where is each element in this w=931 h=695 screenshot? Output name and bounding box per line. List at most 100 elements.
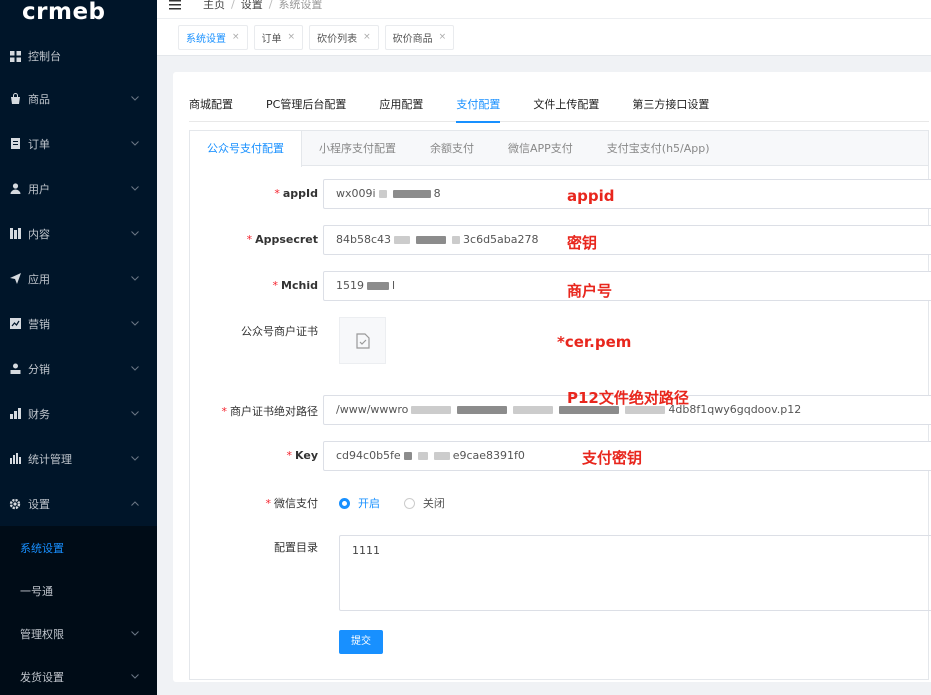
chevron-down-icon xyxy=(131,673,139,681)
sidebar-item-label: 商品 xyxy=(28,92,50,106)
tag-3[interactable]: 砍价商品 × xyxy=(384,24,455,50)
annotation-p12: P12文件绝对路径 xyxy=(567,389,689,407)
wxpay-off-radio[interactable]: 关闭 xyxy=(403,495,445,511)
chevron-down-icon xyxy=(131,630,139,638)
mchid-label: * Mchid xyxy=(272,279,318,292)
appid-input[interactable]: wx009i 8 xyxy=(323,179,931,209)
close-icon[interactable]: × xyxy=(439,32,447,42)
sidebar-item-7[interactable]: 分销 xyxy=(0,346,157,391)
submit-button[interactable]: 提交 xyxy=(339,630,383,654)
radio-unchecked-icon xyxy=(403,497,415,509)
submenu-item-1[interactable]: 一号通 xyxy=(0,569,157,612)
chevron-down-icon xyxy=(131,230,139,238)
certpath-label: * 商户证书绝对路径 xyxy=(221,405,319,418)
logo[interactable]: crmeb xyxy=(0,0,157,36)
config-tab-1[interactable]: PC管理后台配置 xyxy=(266,96,346,122)
config-tab-0[interactable]: 商城配置 xyxy=(189,96,233,122)
appsecret-label: * Appsecret xyxy=(246,233,318,246)
submenu-item-label: 管理权限 xyxy=(20,627,64,641)
header: 主页 / 设置 / 系统设置 xyxy=(157,0,931,18)
sidebar-item-8[interactable]: 财务 xyxy=(0,391,157,436)
key-label: * Key xyxy=(286,449,318,462)
payment-tabs: 公众号支付配置 小程序支付配置 余额支付 微信APP支付 支付宝支付(h5/App) xyxy=(190,131,928,167)
sidebar-item-label: 应用 xyxy=(28,272,50,286)
payment-tab-2[interactable]: 余额支付 xyxy=(413,131,491,166)
sidebar-item-10[interactable]: 设置 xyxy=(0,481,157,526)
content-card: 商城配置 PC管理后台配置 应用配置 支付配置 文件上传配置 第三方接口设置 公众号支付配… xyxy=(173,72,931,682)
tags-view: 系统设置 × 订单 × 砍价列表 × 砍价商品 × xyxy=(157,18,931,56)
annotation-secret: 密钥 xyxy=(567,234,598,252)
sidebar-item-6[interactable]: 营销 xyxy=(0,301,157,346)
chevron-down-icon xyxy=(131,185,139,193)
breadcrumb-separator: / xyxy=(268,0,273,11)
config-tab-2[interactable]: 应用配置 xyxy=(379,96,423,122)
mchid-input[interactable]: 1519 l xyxy=(323,271,931,301)
sidebar-item-label: 设置 xyxy=(28,497,50,511)
breadcrumb-home[interactable]: 主页 xyxy=(203,0,225,12)
config-tab-3[interactable]: 支付配置 xyxy=(456,96,501,123)
appid-label: * appId xyxy=(274,187,318,200)
tag-2[interactable]: 砍价列表 × xyxy=(309,24,379,50)
logo-text: crmeb xyxy=(22,0,106,25)
sidebar-item-label: 统计管理 xyxy=(28,452,72,466)
sidebar-item-3[interactable]: 用户 xyxy=(0,166,157,211)
tag-label: 系统设置 xyxy=(186,33,226,45)
sidebar-item-4[interactable]: 内容 xyxy=(0,211,157,256)
cert-upload[interactable] xyxy=(339,317,386,364)
stats-icon xyxy=(8,452,22,466)
breadcrumb-separator: / xyxy=(231,0,235,11)
tag-label: 砍价列表 xyxy=(317,33,358,45)
file-check-icon xyxy=(355,332,370,349)
submenu-item-2[interactable]: 管理权限 xyxy=(0,612,157,655)
sidebar-item-1[interactable]: 商品 xyxy=(0,76,157,121)
order-icon xyxy=(8,137,22,151)
user-icon xyxy=(8,182,22,196)
config-tab-5[interactable]: 第三方接口设置 xyxy=(632,96,709,122)
sidebar-item-label: 营销 xyxy=(28,317,50,331)
sidebar-item-9[interactable]: 统计管理 xyxy=(0,436,157,481)
chevron-up-icon xyxy=(131,500,139,508)
sidebar-item-5[interactable]: 应用 xyxy=(0,256,157,301)
sidebar-item-0[interactable]: 控制台 xyxy=(0,36,157,76)
chevron-down-icon xyxy=(131,95,139,103)
chevron-down-icon xyxy=(131,410,139,418)
payment-tab-0[interactable]: 公众号支付配置 xyxy=(190,131,302,167)
close-icon[interactable]: × xyxy=(288,32,296,42)
payment-tab-4[interactable]: 支付宝支付(h5/App) xyxy=(590,131,727,166)
menu-fold-icon[interactable] xyxy=(169,0,181,10)
dashboard-icon xyxy=(8,49,22,63)
annotation-cer: *cer.pem xyxy=(557,333,632,351)
wxpay-label: * 微信支付 xyxy=(265,497,319,510)
submenu-item-label: 系统设置 xyxy=(20,541,64,555)
finance-icon xyxy=(8,407,22,421)
payment-tab-3[interactable]: 微信APP支付 xyxy=(491,131,590,166)
sidebar-item-2[interactable]: 订单 xyxy=(0,121,157,166)
chevron-down-icon xyxy=(131,365,139,373)
close-icon[interactable]: × xyxy=(363,32,371,42)
annotation-mchid: 商户号 xyxy=(567,282,613,300)
distribution-icon xyxy=(8,362,22,376)
submenu-item-0[interactable]: 系统设置 xyxy=(0,526,157,569)
breadcrumb-settings[interactable]: 设置 xyxy=(241,0,263,12)
dir-textarea[interactable]: 1111 xyxy=(339,535,931,611)
tag-0[interactable]: 系统设置 × xyxy=(178,24,248,50)
breadcrumb-current: 系统设置 xyxy=(278,0,323,11)
submenu-item-3[interactable]: 发货设置 xyxy=(0,655,157,695)
appsecret-input[interactable]: 84b58c43 3c6d5aba278 xyxy=(323,225,931,255)
radio-checked-icon xyxy=(339,497,350,509)
config-tab-4[interactable]: 文件上传配置 xyxy=(533,96,599,122)
wxpay-on-radio[interactable]: 开启 xyxy=(339,495,380,511)
settings-submenu: 系统设置一号通管理权限发货设置 xyxy=(0,526,157,695)
sidebar: crmeb 控制台商品订单用户 内容应用营销分销 财务统计管理设置系统设置一号通管理… xyxy=(0,0,157,695)
submenu-item-label: 一号通 xyxy=(20,584,53,598)
bag-icon xyxy=(8,92,22,106)
annotation-appid: appid xyxy=(567,187,615,205)
chevron-down-icon xyxy=(131,140,139,148)
payment-tab-1[interactable]: 小程序支付配置 xyxy=(302,131,413,166)
sidebar-item-label: 订单 xyxy=(28,137,50,151)
close-icon[interactable]: × xyxy=(232,32,240,42)
sidebar-item-label: 控制台 xyxy=(28,50,61,63)
dir-label: 配置目录 xyxy=(274,541,318,554)
tag-1[interactable]: 订单 × xyxy=(253,24,304,50)
content-icon xyxy=(8,227,22,241)
